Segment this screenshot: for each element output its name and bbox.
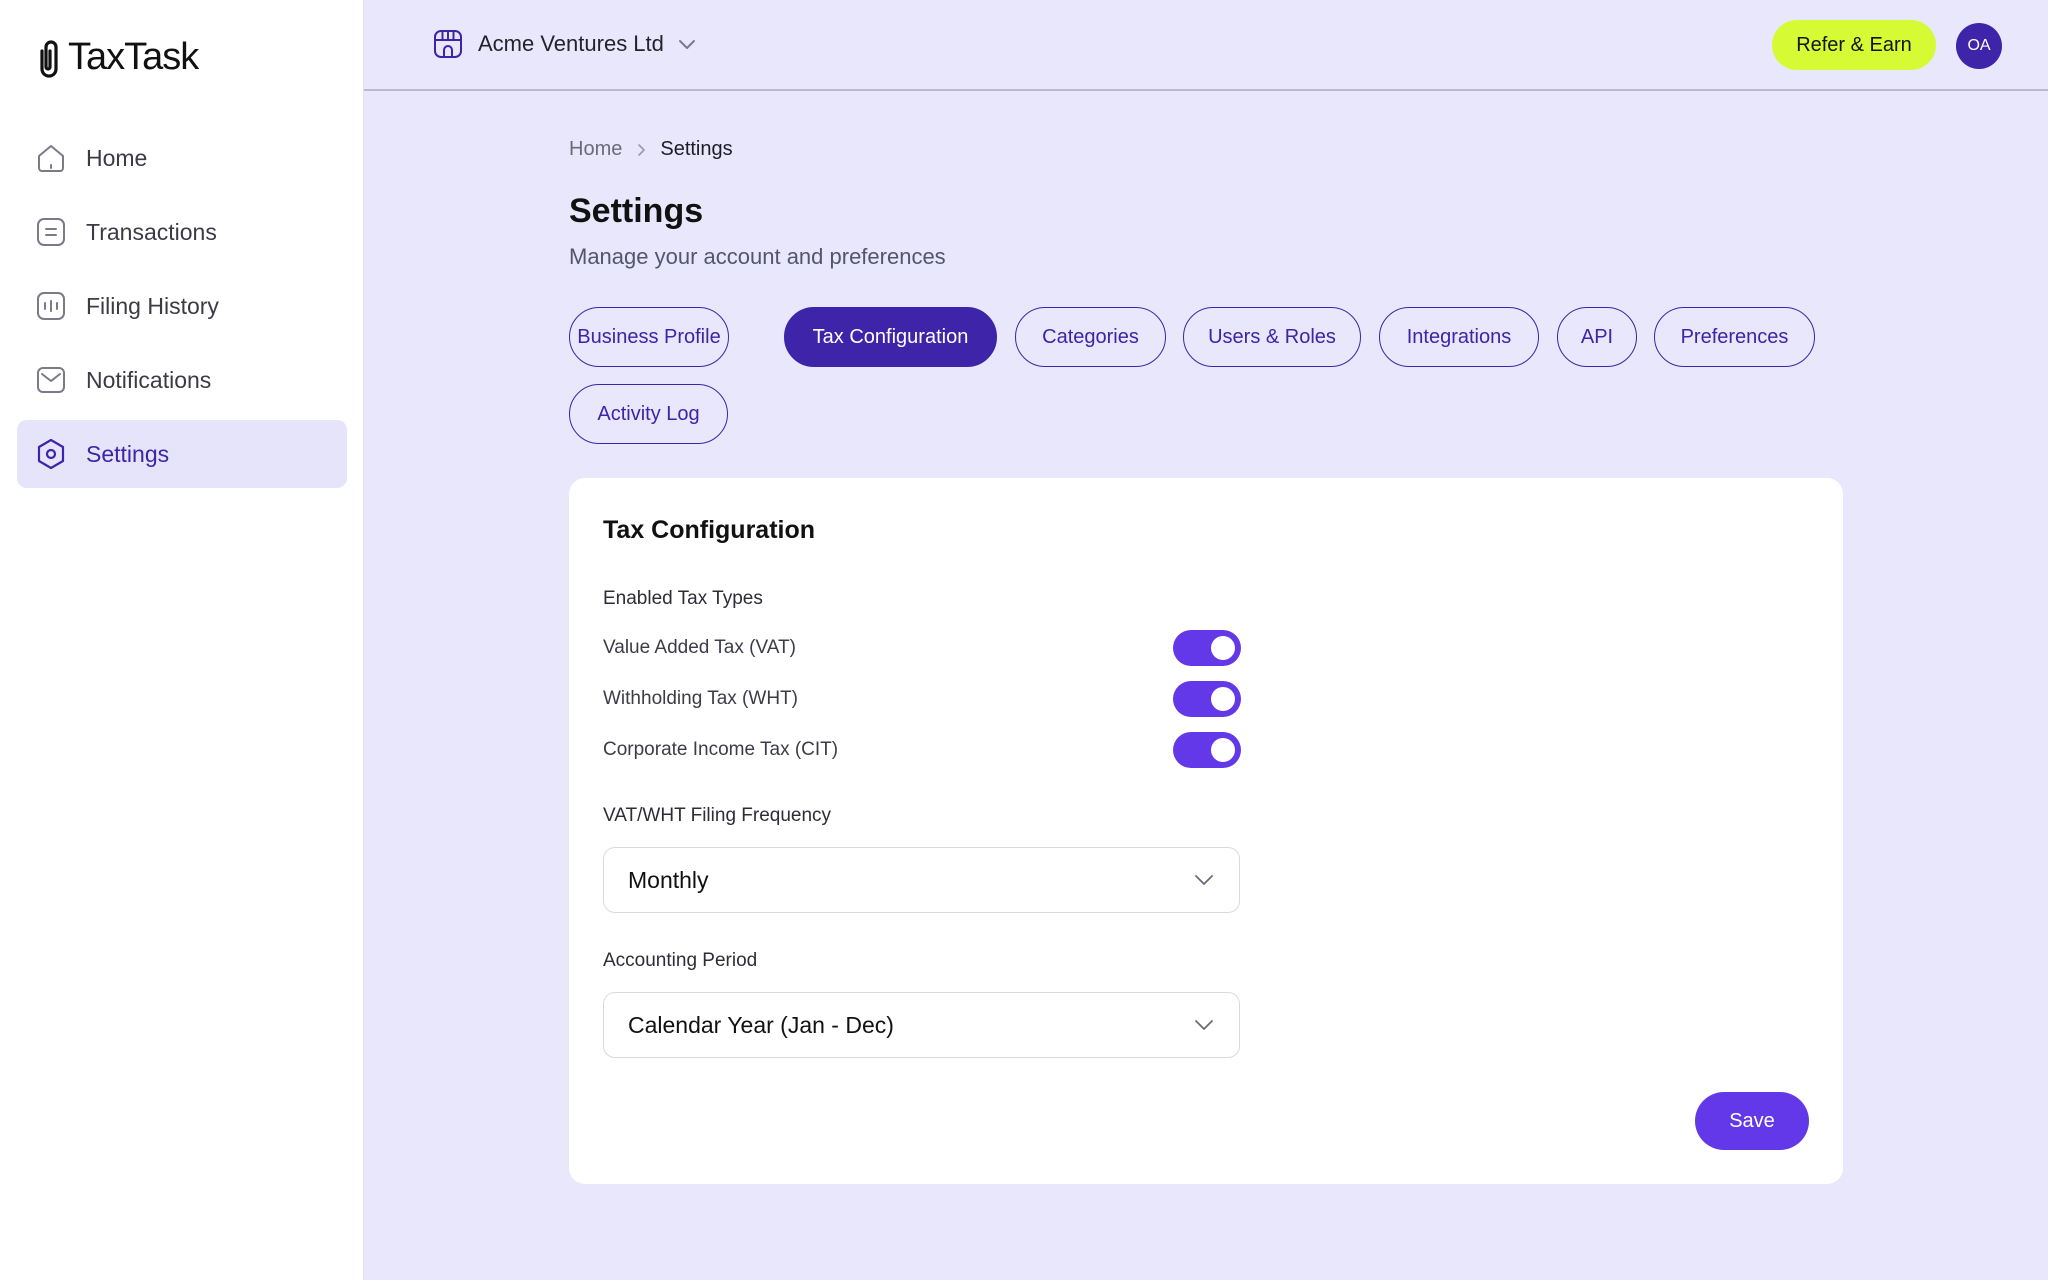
tax-type-row-wht: Withholding Tax (WHT) (603, 679, 1241, 719)
accounting-period-value: Calendar Year (Jan - Dec) (628, 1011, 894, 1038)
tab-preferences[interactable]: Preferences (1654, 307, 1815, 367)
refer-earn-button[interactable]: Refer & Earn (1772, 20, 1936, 70)
filing-frequency-value: Monthly (628, 866, 709, 893)
settings-icon (37, 438, 65, 470)
breadcrumb: Home Settings (569, 138, 733, 161)
tax-type-label: Corporate Income Tax (CIT) (603, 739, 839, 760)
tax-type-label: Withholding Tax (WHT) (603, 688, 798, 709)
sidebar-item-label: Filing History (86, 292, 219, 319)
cit-toggle[interactable] (1173, 732, 1241, 768)
accounting-period-select[interactable]: Calendar Year (Jan - Dec) (603, 992, 1240, 1058)
chevron-down-icon (1195, 1020, 1213, 1030)
breadcrumb-current: Settings (660, 138, 733, 160)
inbox-icon (37, 367, 65, 393)
history-icon (37, 292, 65, 320)
sidebar-item-filing-history[interactable]: Filing History (17, 272, 347, 340)
sidebar-item-notifications[interactable]: Notifications (17, 346, 347, 414)
toggle-knob (1211, 687, 1235, 711)
tax-configuration-card: Tax Configuration Enabled Tax Types Valu… (569, 478, 1843, 1184)
sidebar-item-label: Settings (86, 440, 170, 467)
toggle-knob (1211, 738, 1235, 762)
chevron-right-icon (638, 143, 646, 156)
save-button[interactable]: Save (1695, 1092, 1809, 1150)
sidebar-item-label: Home (86, 144, 148, 171)
sidebar-item-label: Transactions (86, 218, 217, 245)
card-title: Tax Configuration (603, 516, 816, 544)
tab-categories[interactable]: Categories (1015, 307, 1166, 367)
tab-api[interactable]: API (1557, 307, 1637, 367)
wht-toggle[interactable] (1173, 681, 1241, 717)
filing-frequency-select[interactable]: Monthly (603, 847, 1240, 913)
sidebar-item-transactions[interactable]: Transactions (17, 198, 347, 266)
app-root: TaxTask Home Transactions Filing History… (0, 0, 2048, 1280)
sidebar-item-settings[interactable]: Settings (17, 420, 347, 488)
top-bar: Acme Ventures Ltd Refer & Earn OA (364, 0, 2048, 91)
tab-users-roles[interactable]: Users & Roles (1183, 307, 1361, 367)
sidebar: TaxTask Home Transactions Filing History… (0, 0, 364, 1280)
enabled-tax-types-label: Enabled Tax Types (603, 588, 763, 609)
chevron-down-icon (1195, 875, 1213, 885)
tax-type-label: Value Added Tax (VAT) (603, 637, 796, 658)
tax-type-row-cit: Corporate Income Tax (CIT) (603, 730, 1241, 770)
tab-business-profile[interactable]: Business Profile (569, 307, 729, 367)
vat-toggle[interactable] (1173, 630, 1241, 666)
toggle-knob (1211, 636, 1235, 660)
tax-type-row-vat: Value Added Tax (VAT) (603, 628, 1241, 668)
org-switcher[interactable]: Acme Ventures Ltd (432, 28, 698, 60)
page-subtitle: Manage your account and preferences (569, 244, 946, 269)
page-title: Settings (569, 192, 704, 230)
org-name: Acme Ventures Ltd (478, 31, 664, 56)
store-icon (434, 30, 462, 58)
logo[interactable]: TaxTask (34, 36, 199, 79)
filing-frequency-label: VAT/WHT Filing Frequency (603, 805, 832, 826)
chevron-down-icon (678, 40, 695, 49)
list-icon (37, 218, 65, 246)
accounting-period-label: Accounting Period (603, 950, 758, 971)
logo-text: TaxTask (68, 36, 199, 78)
sidebar-nav: Home Transactions Filing History Notific… (17, 124, 347, 494)
tab-integrations[interactable]: Integrations (1379, 307, 1539, 367)
sidebar-item-label: Notifications (86, 366, 212, 393)
tab-tax-configuration[interactable]: Tax Configuration (784, 307, 997, 367)
avatar[interactable]: OA (1956, 23, 2002, 69)
sidebar-item-home[interactable]: Home (17, 124, 347, 192)
paperclip-logo-icon (40, 39, 58, 78)
home-icon (38, 145, 64, 172)
breadcrumb-home-link[interactable]: Home (569, 138, 622, 161)
tab-activity-log[interactable]: Activity Log (569, 384, 728, 444)
